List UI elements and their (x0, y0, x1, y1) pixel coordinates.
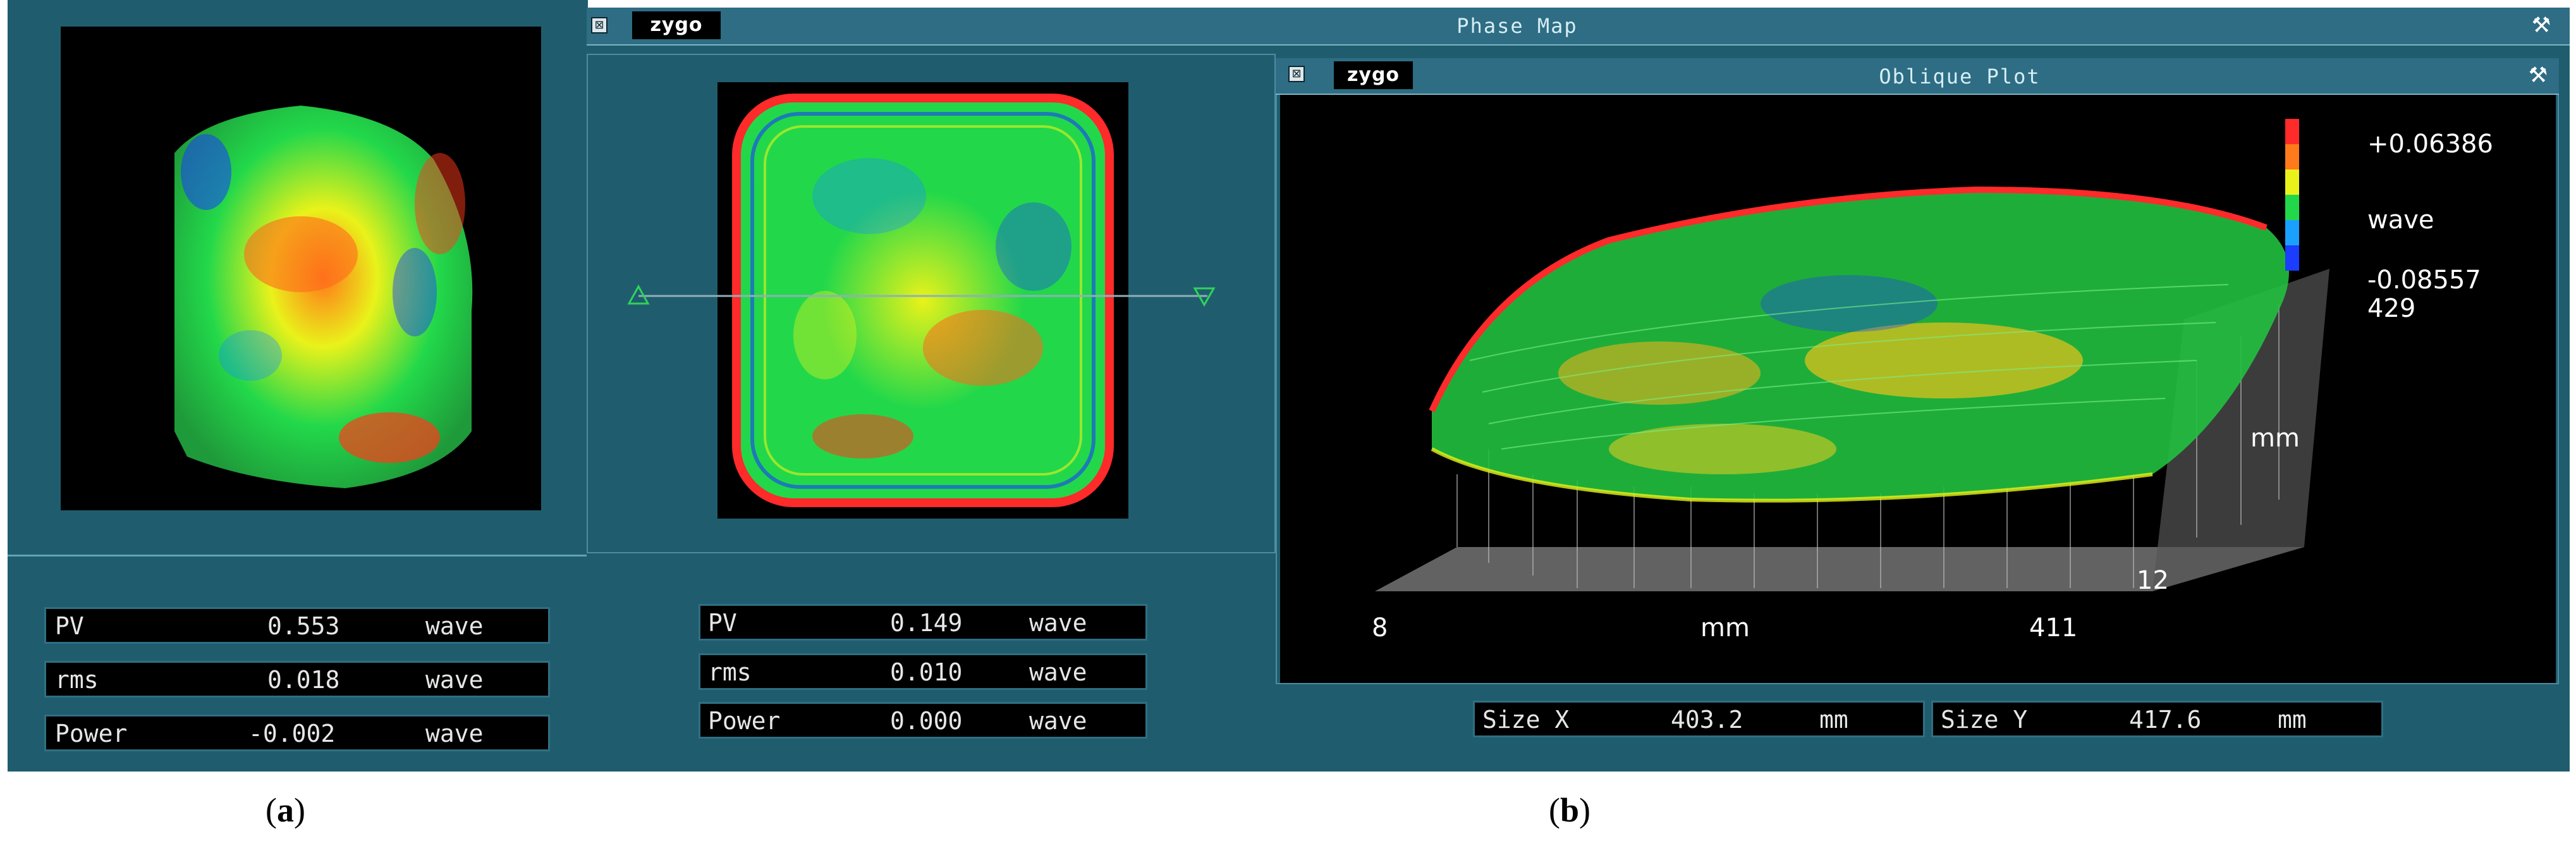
surface-map-a (174, 106, 473, 488)
axis-x-end: 411 (2029, 613, 2078, 643)
size-unit: mm (2278, 706, 2307, 734)
size-label: Size Y (1941, 706, 2028, 734)
scale-max-label: +0.06386 (2367, 130, 2493, 159)
axis-x-unit: mm (1700, 613, 1750, 643)
stat-label: PV (708, 609, 737, 637)
stat-label: Power (55, 720, 128, 747)
divider (8, 555, 588, 557)
stat-unit: wave (425, 666, 484, 694)
stat-rms-a: rms 0.018 wave (44, 661, 550, 698)
stat-unit: wave (425, 612, 484, 640)
stat-unit: wave (425, 720, 484, 747)
stat-value: 0.000 (890, 707, 963, 735)
wrench-icon[interactable]: ⚒ (2522, 61, 2554, 89)
stat-label: rms (708, 658, 752, 686)
window-title: Phase Map (1456, 14, 1578, 38)
stat-unit: wave (1029, 609, 1087, 637)
stat-label: rms (55, 666, 99, 694)
stat-label: PV (55, 612, 84, 640)
size-x-field: Size X 403.2 mm (1473, 701, 1925, 737)
size-value: 417.6 (2129, 706, 2202, 734)
oblique-3d-surface (1375, 119, 2329, 591)
close-box-icon[interactable]: ⊠ (1288, 66, 1305, 82)
caption-a: (a) (266, 791, 305, 829)
scale-min-label: -0.08557 (2367, 266, 2481, 295)
phase-map-a (61, 27, 541, 510)
close-box-icon[interactable]: ⊠ (591, 17, 607, 34)
scale-extra-label: 429 (2367, 294, 2416, 323)
wrench-icon[interactable]: ⚒ (2525, 11, 2557, 39)
stat-pv-b: PV 0.149 wave (699, 604, 1147, 641)
stat-value: -0.002 (248, 720, 336, 747)
size-unit: mm (1819, 706, 1848, 734)
size-value: 403.2 (1671, 706, 1743, 734)
stat-label: Power (708, 707, 781, 735)
axis-y-unit: mm (2250, 424, 2300, 453)
stat-unit: wave (1029, 707, 1087, 735)
stat-pv-a: PV 0.553 wave (44, 607, 550, 644)
caption-b: (b) (1549, 791, 1591, 829)
stat-power-a: Power -0.002 wave (44, 715, 550, 751)
stat-unit: wave (1029, 658, 1087, 686)
stat-power-b: Power 0.000 wave (699, 702, 1147, 739)
oblique-plot-area (1280, 95, 2556, 683)
stat-value: 0.553 (267, 612, 340, 640)
axis-y-tick: 12 (2137, 566, 2169, 595)
profile-line[interactable] (620, 283, 1220, 309)
stat-value: 0.018 (267, 666, 340, 694)
size-label: Size X (1482, 706, 1570, 734)
stat-value: 0.010 (890, 658, 963, 686)
zygo-logo: zygo (632, 11, 721, 39)
size-y-field: Size Y 417.6 mm (1931, 701, 2383, 737)
stat-value: 0.149 (890, 609, 963, 637)
zygo-logo: zygo (1334, 61, 1413, 89)
stat-rms-b: rms 0.010 wave (699, 653, 1147, 690)
oblique-title: Oblique Plot (1879, 65, 2041, 89)
axis-x-start: 8 (1372, 613, 1388, 643)
scale-unit-label: wave (2367, 206, 2434, 235)
